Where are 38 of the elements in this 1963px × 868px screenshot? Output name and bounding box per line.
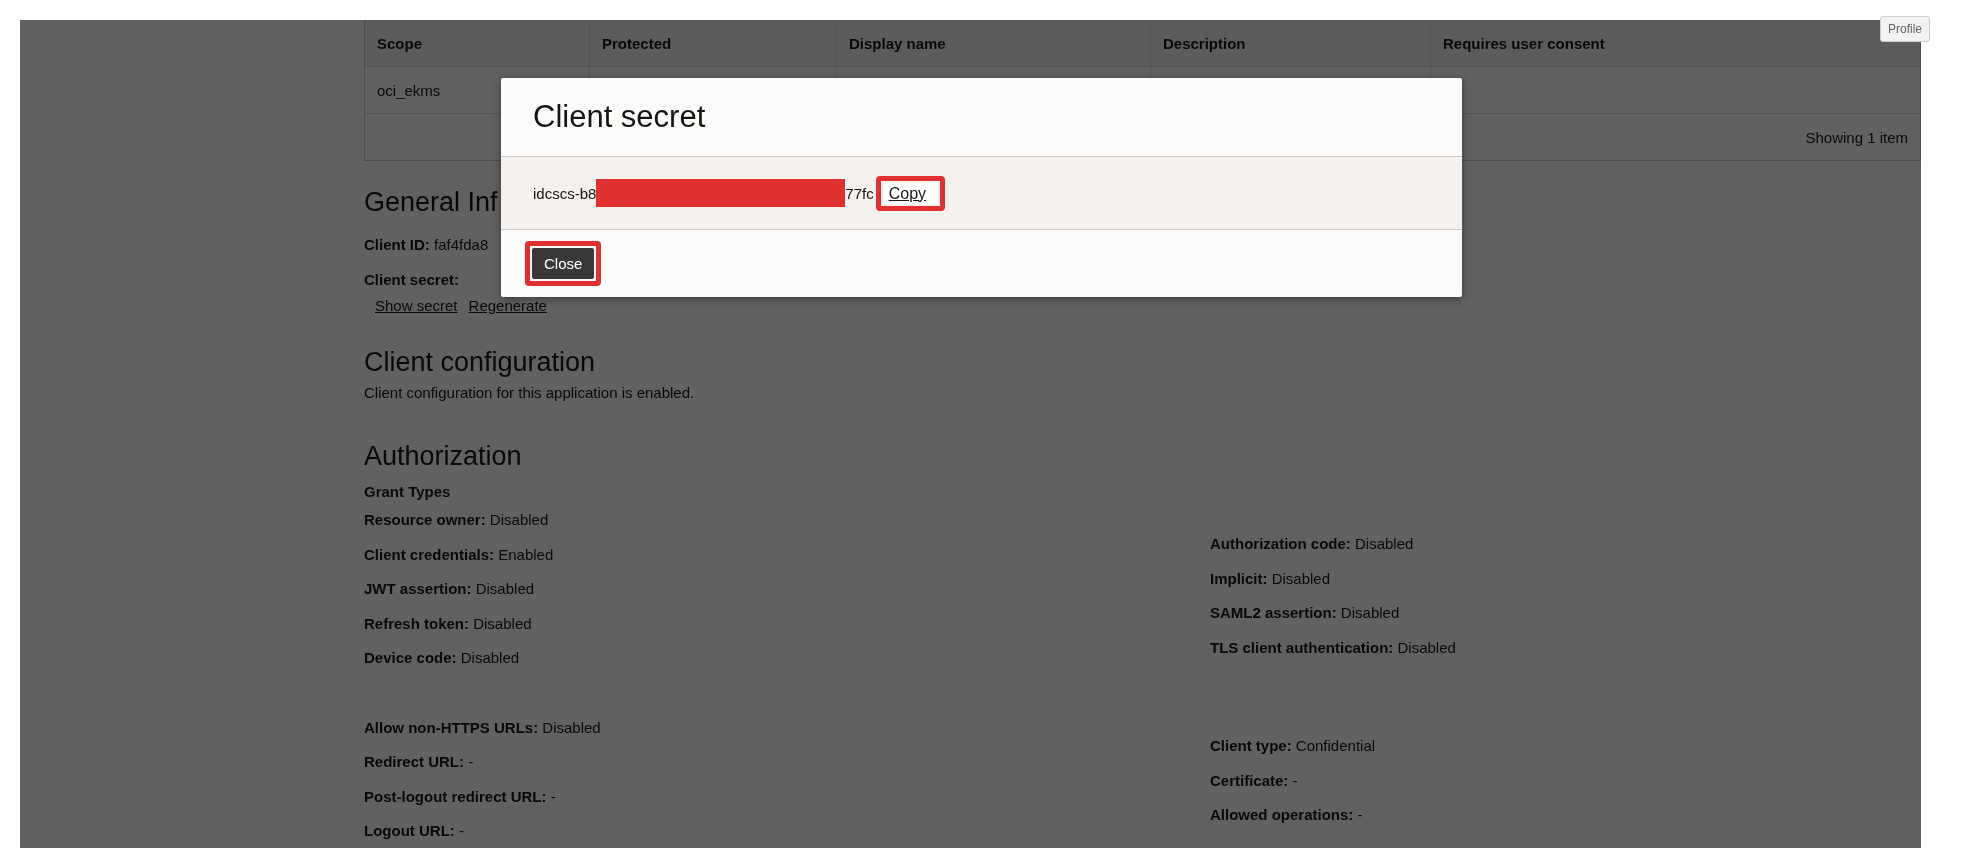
client-secret-label: Client secret:: [364, 269, 460, 290]
setting-text: TLS client authentication: Disabled: [1210, 637, 1456, 658]
setting-text: Client credentials: Enabled: [364, 544, 554, 565]
setting-text: Certificate: -: [1210, 770, 1298, 791]
profile-button[interactable]: Profile: [1880, 16, 1930, 42]
dialog-title: Client secret: [533, 99, 706, 135]
setting-text: Post-logout redirect URL: -: [364, 786, 556, 807]
setting-text: Allowed operations: -: [1210, 805, 1363, 825]
setting-text: Device code: Disabled: [364, 648, 520, 668]
section-description: Client configuration for this application is enabled.: [364, 384, 695, 401]
setting-text: Authorization code: Disabled: [1210, 534, 1414, 554]
table-cell: oci_ekms: [377, 81, 441, 99]
client-id-field: Client ID: faf4fda8: [364, 235, 489, 255]
column-header: Requires user consent: [1443, 34, 1605, 52]
setting-text: Logout URL: -: [364, 821, 464, 841]
setting-text: Resource owner: Disabled: [364, 510, 549, 530]
secret-text: idcscs-b8: [533, 184, 597, 202]
item-count: Showing 1 item: [1805, 128, 1908, 146]
setting-text: Client type: Confidential: [1210, 736, 1376, 756]
secret-text: 77fc: [845, 184, 874, 202]
column-header: Description: [1163, 34, 1246, 52]
setting-text: Allow non-HTTPS URLs: Disabled: [364, 717, 601, 738]
secret-link[interactable]: Show secret: [375, 297, 458, 314]
close-button[interactable]: Close: [532, 248, 595, 279]
column-header: Scope: [377, 34, 422, 52]
setting-text: Redirect URL: -: [364, 752, 474, 772]
column-header: Protected: [602, 34, 672, 52]
setting-text: JWT assertion: Disabled: [364, 579, 535, 599]
column-header: Display name: [849, 34, 946, 52]
grant-types-heading: Grant Types: [364, 482, 451, 502]
secret-link[interactable]: Regenerate: [468, 297, 547, 314]
setting-text: Refresh token: Disabled: [364, 613, 532, 634]
section-heading: Authorization: [364, 441, 522, 472]
setting-text: SAML2 assertion: Disabled: [1210, 603, 1400, 623]
setting-text: Implicit: Disabled: [1210, 568, 1331, 589]
copy-link[interactable]: Copy: [882, 182, 939, 204]
section-heading: General Inf: [364, 187, 498, 218]
section-heading: Client configuration: [364, 347, 596, 378]
